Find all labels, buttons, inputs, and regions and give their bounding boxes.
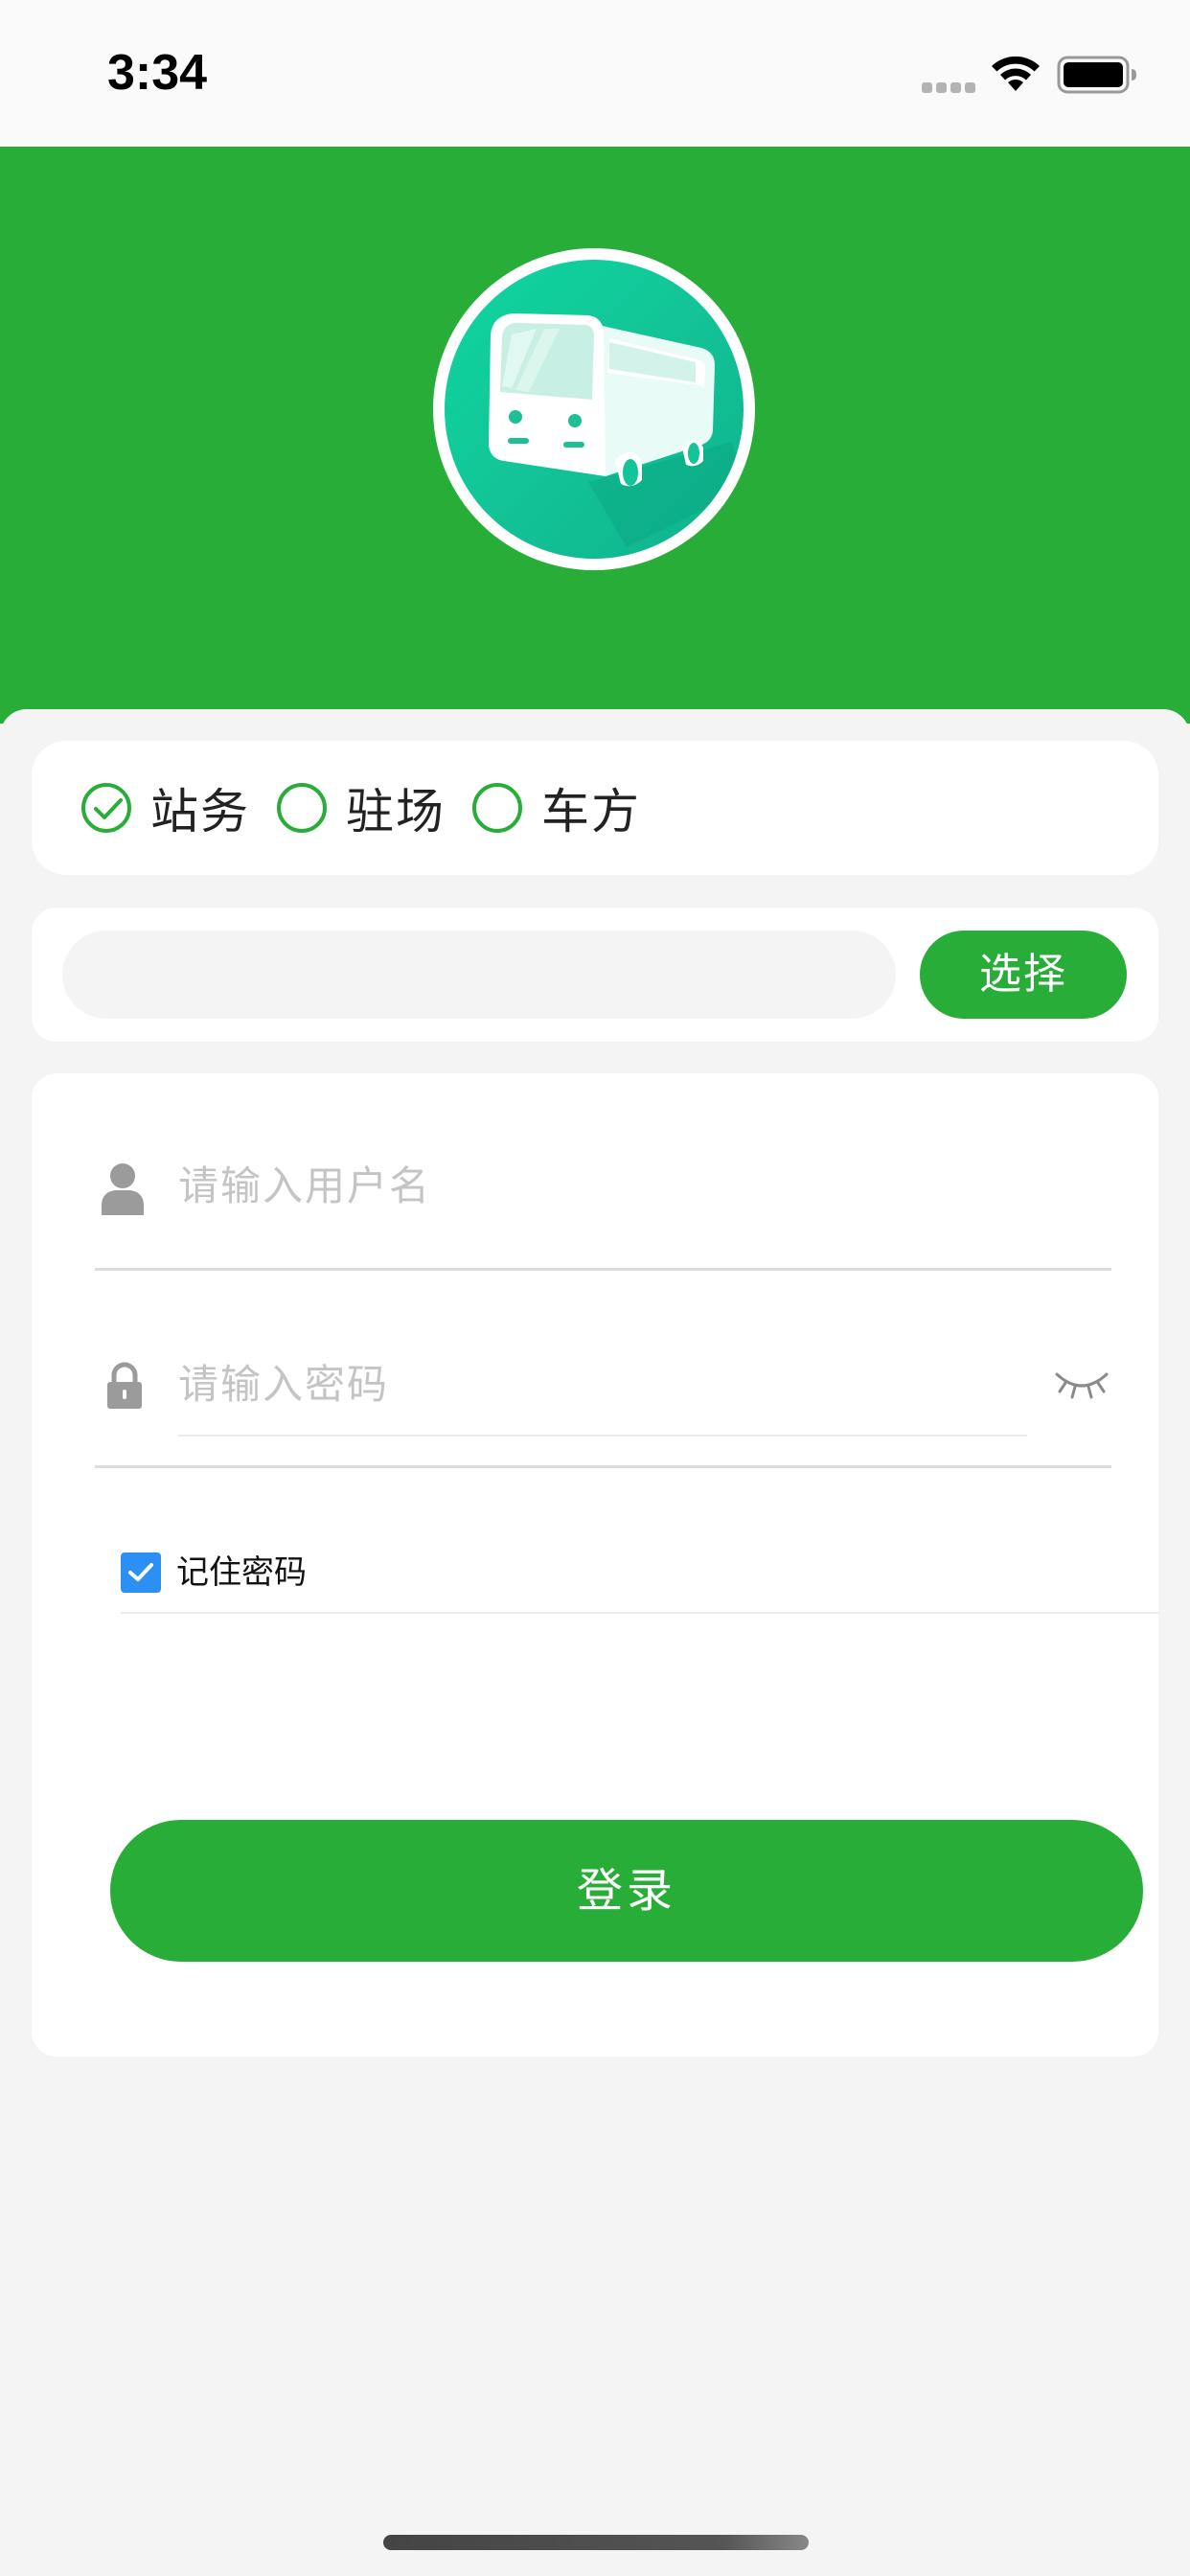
- role-label: 车方: [541, 784, 641, 840]
- battery-icon: [1057, 56, 1136, 94]
- role-label: 站务: [150, 784, 250, 840]
- password-underline: [178, 1435, 1027, 1437]
- role-label: 驻场: [346, 784, 446, 840]
- password-divider: [95, 1465, 1111, 1468]
- username-input[interactable]: 请输入用户名: [178, 1158, 1041, 1215]
- radio-unchecked-icon[interactable]: [277, 783, 327, 833]
- status-bar: 3:34: [0, 0, 1190, 147]
- bus-icon: [489, 313, 744, 547]
- lock-icon: [107, 1362, 142, 1409]
- wifi-icon: [992, 56, 1040, 91]
- role-option-station[interactable]: 站务: [81, 741, 250, 875]
- role-option-onsite[interactable]: 驻场: [277, 741, 446, 875]
- remember-password-checkbox[interactable]: [121, 1552, 161, 1593]
- home-indicator[interactable]: [383, 2535, 809, 2550]
- remember-password-label[interactable]: 记住密码: [176, 1550, 307, 1596]
- radio-checked-icon[interactable]: [81, 783, 131, 833]
- user-icon: [102, 1163, 144, 1215]
- status-time: 3:34: [107, 45, 208, 101]
- station-select-field[interactable]: [62, 931, 896, 1019]
- remember-divider: [121, 1612, 1158, 1614]
- role-option-carrier[interactable]: 车方: [472, 741, 641, 875]
- radio-unchecked-icon[interactable]: [472, 783, 522, 833]
- checkmark-icon: [128, 1563, 153, 1581]
- signal-dots-icon: [922, 82, 975, 94]
- password-input[interactable]: 请输入密码: [178, 1356, 1021, 1414]
- app-logo: [433, 248, 755, 570]
- username-divider: [95, 1268, 1111, 1271]
- role-selector-card: 站务 驻场 车方: [32, 741, 1158, 875]
- eye-closed-icon[interactable]: [1054, 1368, 1110, 1399]
- select-button[interactable]: 选择: [920, 931, 1127, 1019]
- login-button[interactable]: 登录: [110, 1820, 1143, 1962]
